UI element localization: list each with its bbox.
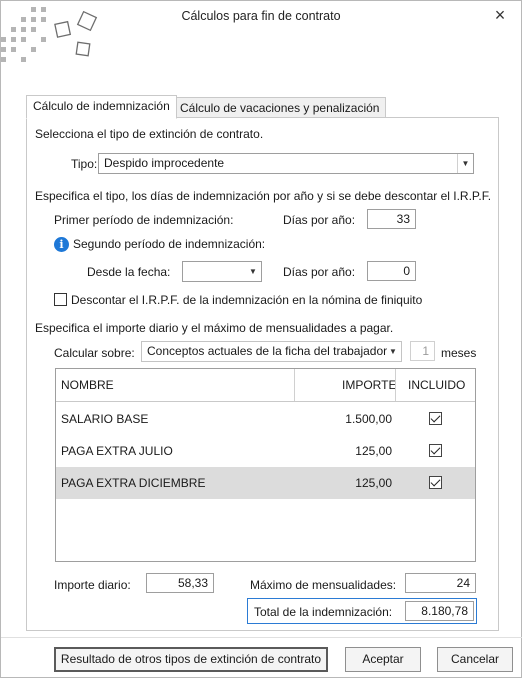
row-nombre: SALARIO BASE — [61, 412, 149, 426]
row-importe: 1.500,00 — [345, 412, 392, 426]
conceptos-grid: NOMBRE IMPORTE INCLUIDO SALARIO BASE 1.5… — [55, 368, 476, 562]
dias-por-anio-label: Días por año: — [283, 213, 356, 227]
close-icon[interactable]: × — [489, 4, 511, 26]
cancelar-button[interactable]: Cancelar — [437, 647, 513, 672]
segundo-dias-input[interactable]: 0 — [367, 261, 416, 281]
chevron-down-icon[interactable]: ▼ — [457, 154, 473, 173]
tab-calculo-indemnizacion[interactable]: Cálculo de indemnización — [26, 95, 177, 119]
tipo-label: Tipo: — [71, 157, 98, 171]
meses-label: meses — [441, 346, 477, 360]
calcular-sobre-value: Conceptos actuales de la ficha del traba… — [147, 344, 388, 358]
tipo-select-value: Despido improcedente — [104, 156, 225, 170]
total-indemnizacion-input[interactable]: 8.180,78 — [405, 601, 474, 621]
table-row[interactable]: PAGA EXTRA DICIEMBRE 125,00 — [56, 467, 475, 499]
max-mensualidades-label: Máximo de mensualidades: — [250, 578, 397, 592]
calcular-sobre-label: Calcular sobre: — [54, 346, 135, 360]
row-incluido-checkbox[interactable] — [429, 412, 442, 425]
importe-diario-label: Importe diario: — [54, 578, 131, 592]
dialog-window: Cálculos para fin de contrato × Cálculo … — [0, 0, 522, 678]
meses-input[interactable]: 1 — [410, 341, 435, 361]
column-header-nombre[interactable]: NOMBRE — [61, 369, 114, 401]
table-row[interactable]: PAGA EXTRA JULIO 125,00 — [56, 435, 475, 467]
aceptar-button[interactable]: Aceptar — [345, 647, 421, 672]
desde-fecha-picker[interactable]: ▼ — [182, 261, 262, 282]
chevron-down-icon[interactable]: ▼ — [385, 342, 401, 361]
chevron-down-icon[interactable]: ▼ — [245, 262, 261, 281]
total-indemnizacion-label: Total de la indemnización: — [254, 605, 393, 619]
info-icon: i — [54, 237, 69, 252]
descontar-irpf-label: Descontar el I.R.P.F. de la indemnizació… — [71, 293, 423, 307]
row-nombre: PAGA EXTRA JULIO — [61, 444, 173, 458]
primer-periodo-label: Primer período de indemnización: — [54, 213, 234, 227]
calcular-sobre-select[interactable]: Conceptos actuales de la ficha del traba… — [141, 341, 402, 362]
section-extincion-label: Selecciona el tipo de extinción de contr… — [35, 127, 264, 141]
importe-diario-input[interactable]: 58,33 — [146, 573, 214, 593]
row-nombre: PAGA EXTRA DICIEMBRE — [61, 476, 206, 490]
footer-divider — [1, 637, 522, 638]
section-importe-label: Especifica el importe diario y el máximo… — [35, 321, 394, 335]
row-importe: 125,00 — [355, 476, 392, 490]
otros-tipos-button[interactable]: Resultado de otros tipos de extinción de… — [54, 647, 328, 672]
row-importe: 125,00 — [355, 444, 392, 458]
desde-fecha-label: Desde la fecha: — [87, 265, 171, 279]
table-row[interactable]: SALARIO BASE 1.500,00 — [56, 403, 475, 435]
primer-dias-input[interactable]: 33 — [367, 209, 416, 229]
column-header-importe[interactable]: IMPORTE — [342, 369, 396, 401]
descontar-irpf-checkbox[interactable] — [54, 293, 67, 306]
grid-header: NOMBRE IMPORTE INCLUIDO — [56, 369, 475, 402]
row-incluido-checkbox[interactable] — [429, 476, 442, 489]
segundo-periodo-label: Segundo período de indemnización: — [73, 237, 266, 251]
dialog-title: Cálculos para fin de contrato — [181, 9, 341, 23]
max-mensualidades-input[interactable]: 24 — [405, 573, 476, 593]
tipo-select[interactable]: Despido improcedente ▼ — [98, 153, 474, 174]
section-indemnizacion-label: Especifica el tipo, los días de indemniz… — [35, 189, 492, 203]
column-header-incluido[interactable]: INCLUIDO — [408, 369, 465, 401]
segundo-dias-label: Días por año: — [283, 265, 356, 279]
tab-calculo-vacaciones[interactable]: Cálculo de vacaciones y penalización — [173, 97, 387, 118]
row-incluido-checkbox[interactable] — [429, 444, 442, 457]
